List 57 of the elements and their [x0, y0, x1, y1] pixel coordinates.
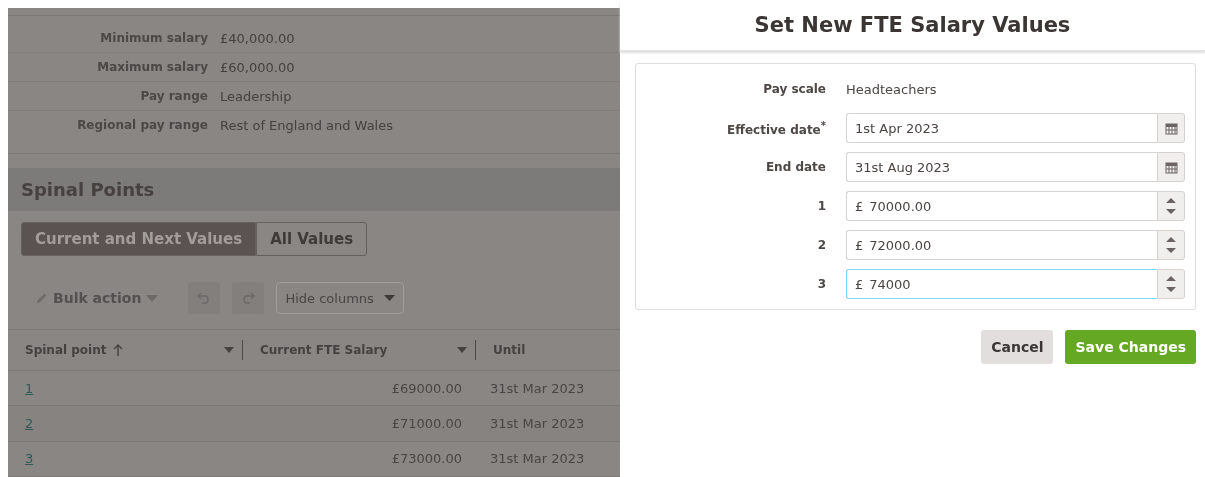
detail-label: Regional pay range	[76, 118, 208, 132]
column-header[interactable]: Spinal point	[25, 343, 123, 358]
detail-label: Pay range	[139, 89, 208, 103]
detail-value: £60,000.00	[220, 59, 296, 75]
column-header[interactable]: Until	[493, 343, 526, 358]
calendar-icon	[1164, 121, 1178, 135]
table-cell-text: £69000.00	[390, 380, 462, 396]
date-field[interactable]: 31st Aug 2023	[846, 152, 1157, 182]
spinner-icon	[1166, 197, 1176, 215]
stepper-button[interactable]	[1157, 191, 1185, 221]
spinal-point-link[interactable]: 3	[8, 451, 34, 467]
spinner-icon	[1166, 275, 1176, 293]
stepper-button[interactable]	[1157, 230, 1185, 260]
pencil-icon	[36, 292, 48, 305]
amount-field[interactable]: £ 70000.00	[846, 191, 1157, 221]
calendar-button[interactable]	[1157, 152, 1185, 182]
field-label: Pay scale	[762, 82, 826, 96]
field-value: Headteachers	[846, 81, 938, 97]
table-cell-text: 31st Mar 2023	[489, 451, 586, 467]
calendar-icon	[1164, 160, 1178, 174]
table-cell-text: 31st Mar 2023	[489, 380, 586, 396]
field-label: 3	[816, 277, 826, 291]
cancel-button[interactable]: Cancel	[981, 330, 1054, 364]
field-label: Effective date$^{*}$	[726, 119, 826, 137]
field-label: 2	[816, 238, 826, 252]
field-label: End date	[764, 160, 826, 174]
table-cell-text: £73000.00	[390, 451, 462, 467]
detail-value: Rest of England and Wales	[220, 117, 394, 133]
modal-title: Set New FTE Salary Values	[754, 13, 1071, 37]
amount-field[interactable]: £ 74000	[846, 269, 1157, 299]
currency-symbol: £	[855, 276, 864, 292]
hide-columns-dropdown[interactable]: Hide columns	[276, 282, 404, 315]
detail-value: Leadership	[220, 88, 293, 104]
table-cell-text: 31st Mar 2023	[489, 416, 586, 432]
currency-symbol: £	[855, 198, 864, 214]
caret-icon	[383, 295, 395, 302]
spinal-point-link[interactable]: 1	[8, 380, 34, 396]
column-header[interactable]: Current FTE Salary	[260, 343, 388, 358]
amount-field[interactable]: £ 72000.00	[846, 230, 1157, 260]
field-label: 1	[816, 199, 826, 213]
caret-icon[interactable]	[457, 347, 467, 354]
view-tab[interactable]: Current and Next Values	[21, 222, 257, 257]
calendar-button[interactable]	[1157, 113, 1185, 143]
spinal-point-link[interactable]: 2	[8, 416, 34, 432]
caret-icon[interactable]	[224, 347, 234, 354]
stepper-button[interactable]	[1157, 269, 1185, 299]
detail-label: Maximum salary	[96, 60, 208, 74]
section-title: Spinal Points	[21, 179, 155, 201]
save-button[interactable]: Save Changes	[1065, 330, 1196, 364]
date-field[interactable]: 1st Apr 2023	[846, 113, 1157, 143]
spinner-icon	[1166, 236, 1176, 254]
currency-symbol: £	[855, 237, 864, 253]
detail-label: Minimum salary	[99, 31, 208, 45]
table-cell-text: £71000.00	[390, 416, 462, 432]
caret-icon	[146, 294, 159, 302]
detail-value: £40,000.00	[220, 30, 296, 46]
view-tab[interactable]: All Values	[256, 222, 368, 257]
